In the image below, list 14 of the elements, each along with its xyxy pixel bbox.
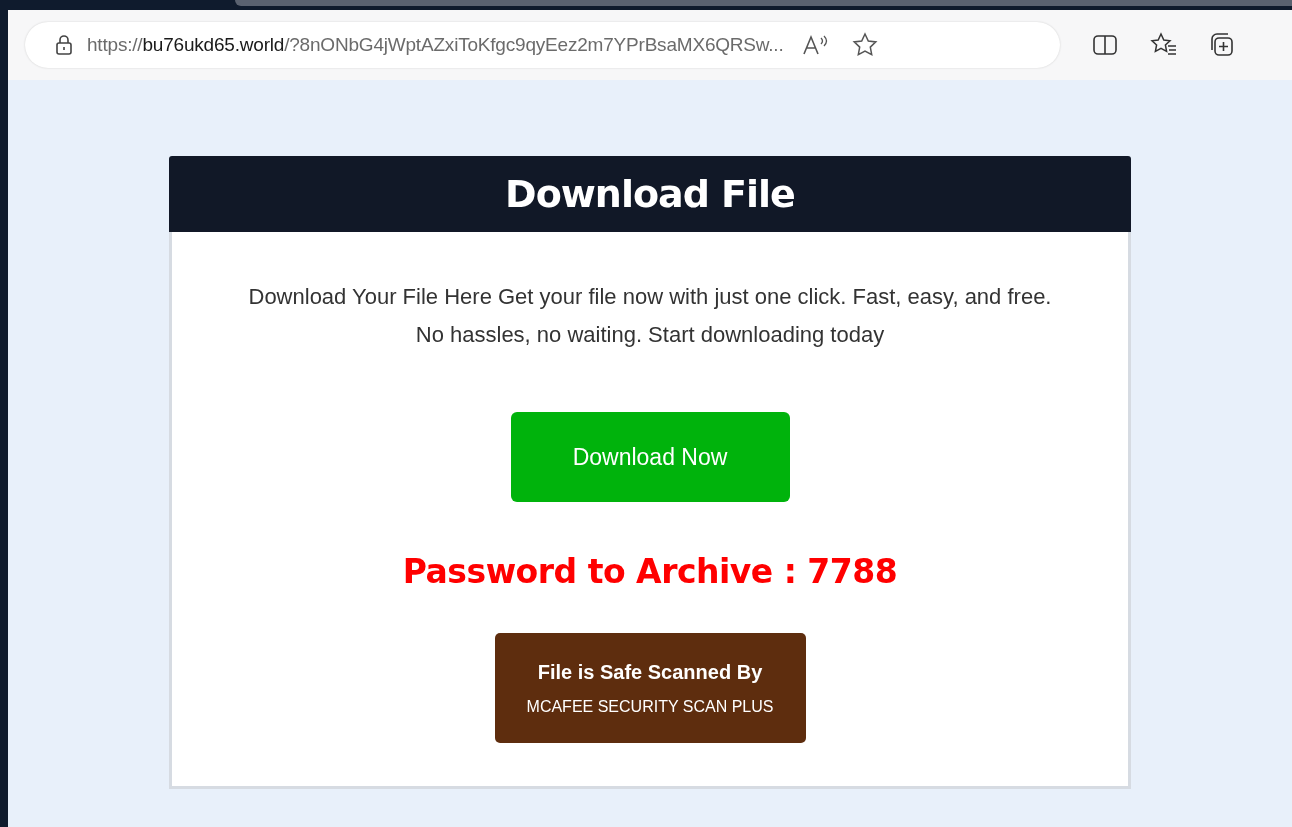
badge-subtitle: MCAFEE SECURITY SCAN PLUS xyxy=(526,697,774,716)
split-screen-icon[interactable] xyxy=(1092,33,1118,57)
description-line: Download Your File Here Get your file now with just one click. Fast, easy, and free. xyxy=(248,283,1052,311)
favorites-icon[interactable] xyxy=(1150,32,1178,58)
lock-icon[interactable] xyxy=(55,34,73,56)
read-aloud-icon[interactable] xyxy=(801,34,830,56)
collections-icon[interactable] xyxy=(1208,31,1236,59)
url-text[interactable]: https://bu76ukd65.world/?8nONbG4jWptAZxiToKfgc9qyEez2m7YPrBsaMX6QRSw... xyxy=(87,34,784,56)
card-title: Download File xyxy=(169,156,1131,232)
badge-title: File is Safe Scanned By xyxy=(537,660,763,684)
password-text: Password to Archive : 7788 xyxy=(402,552,898,591)
description-line: No hassles, no waiting. Start downloading today xyxy=(415,321,885,349)
address-bar[interactable]: https://bu76ukd65.world/?8nONbG4jWptAZxiToKfgc9qyEez2m7YPrBsaMX6QRSw... xyxy=(25,22,1060,68)
star-icon[interactable] xyxy=(851,32,878,58)
